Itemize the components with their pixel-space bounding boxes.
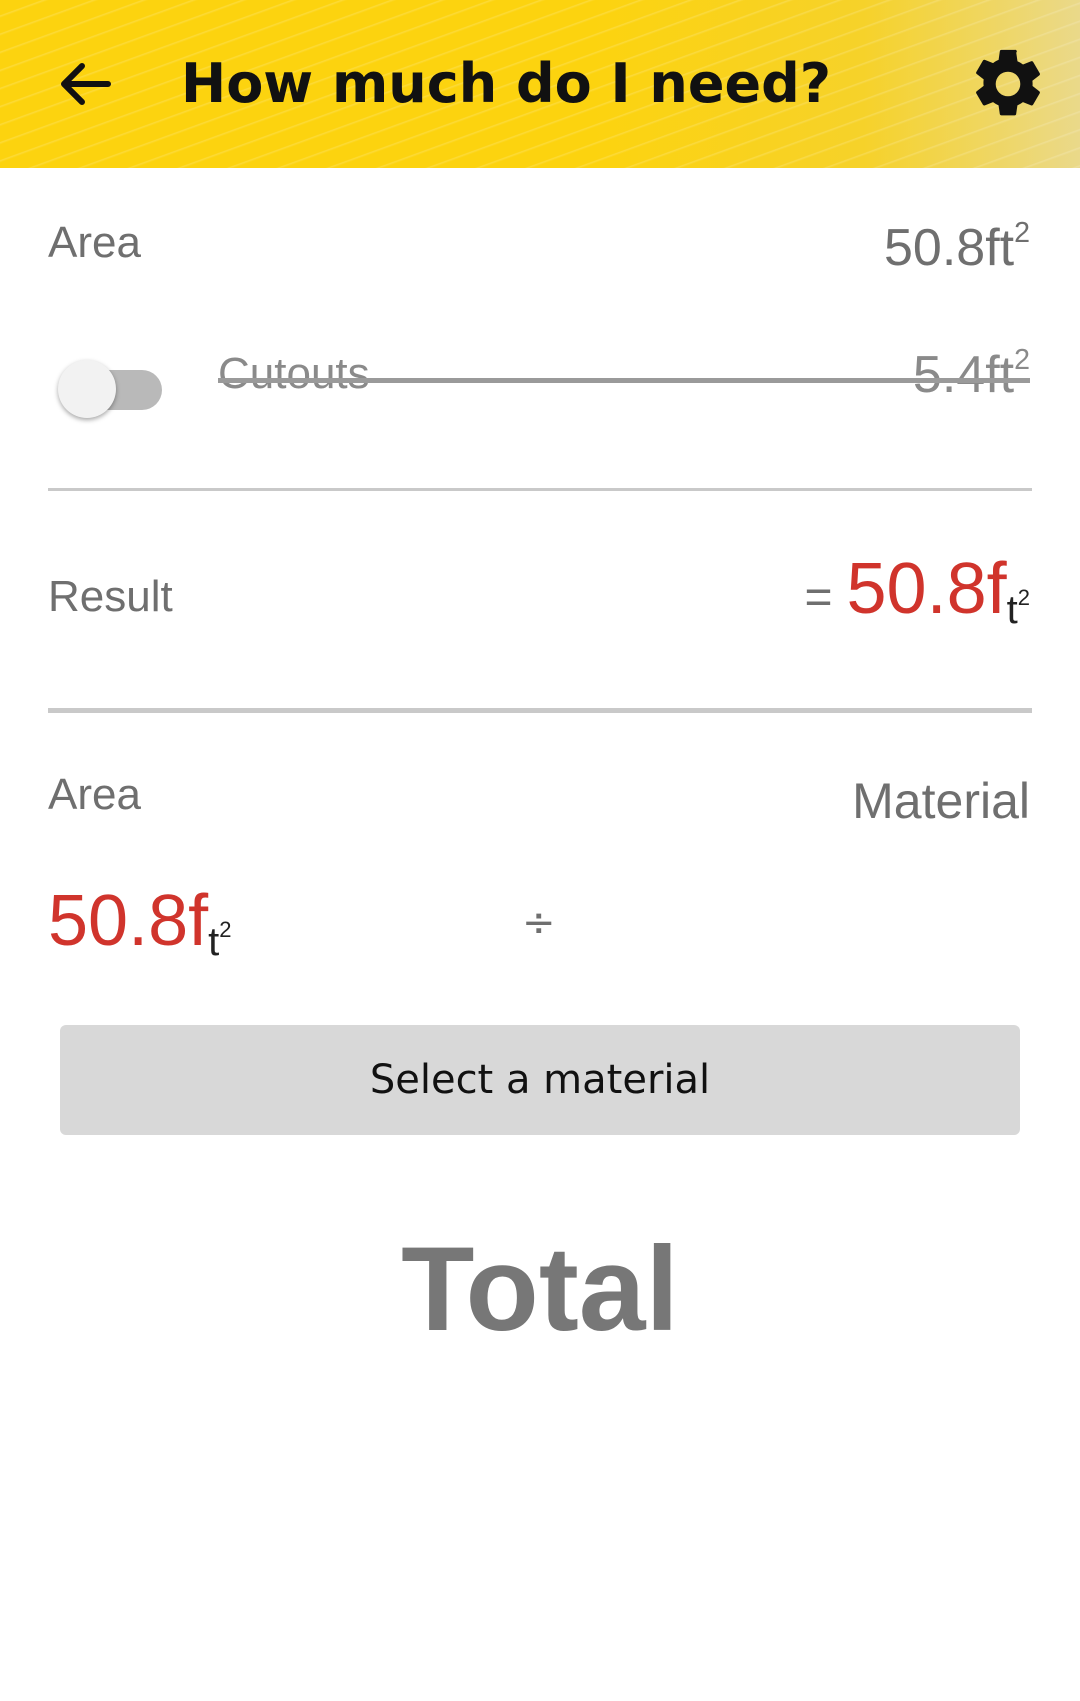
equals-sign: = bbox=[804, 571, 833, 624]
back-button[interactable] bbox=[52, 52, 116, 116]
calc-area-unit-text: t bbox=[208, 920, 220, 964]
app-bar: How much do I need? bbox=[0, 0, 1080, 168]
result-value: = 50.8ft2 bbox=[804, 548, 1030, 633]
page-title: How much do I need? bbox=[181, 52, 832, 115]
screen: How much do I need? Area 50.8ft2 Cutouts… bbox=[0, 0, 1080, 1701]
calc-area-unit: t2 bbox=[208, 917, 232, 964]
settings-button[interactable] bbox=[964, 40, 1052, 128]
cutouts-unit-superscript: 2 bbox=[1014, 344, 1030, 377]
cutouts-label: Cutouts bbox=[218, 349, 370, 398]
gear-icon bbox=[976, 49, 1040, 116]
calc-material-label: Material bbox=[852, 773, 1030, 829]
area-unit-superscript: 2 bbox=[1014, 217, 1030, 250]
result-unit: t2 bbox=[1006, 585, 1030, 632]
cutouts-value-text: 5.4ft bbox=[912, 346, 1015, 404]
arrow-left-icon bbox=[61, 63, 111, 105]
area-value: 50.8ft2 bbox=[884, 218, 1030, 278]
divide-sign: ÷ bbox=[522, 900, 556, 946]
cutouts-value: 5.4ft2 bbox=[913, 345, 1030, 405]
toggle-thumb bbox=[58, 360, 116, 418]
calc-area-label: Area bbox=[48, 770, 141, 819]
area-label: Area bbox=[48, 218, 141, 267]
select-material-button[interactable]: Select a material bbox=[60, 1025, 1020, 1135]
strikethrough-line bbox=[218, 378, 1030, 383]
result-unit-text: t bbox=[1006, 588, 1018, 632]
calc-area-number: 50.8f bbox=[48, 881, 209, 961]
calc-area-value: 50.8ft2 bbox=[48, 880, 232, 965]
divider-thick bbox=[48, 708, 1032, 713]
cutouts-toggle[interactable] bbox=[58, 350, 162, 418]
divider bbox=[48, 488, 1032, 491]
result-number: 50.8f bbox=[846, 549, 1007, 629]
area-value-text: 50.8ft bbox=[883, 219, 1015, 277]
result-unit-superscript: 2 bbox=[1017, 585, 1030, 611]
cutouts-row: Cutouts 5.4ft2 bbox=[218, 345, 1030, 415]
result-label: Result bbox=[48, 572, 173, 621]
calc-area-unit-superscript: 2 bbox=[219, 917, 232, 943]
total-label: Total bbox=[401, 1222, 679, 1356]
